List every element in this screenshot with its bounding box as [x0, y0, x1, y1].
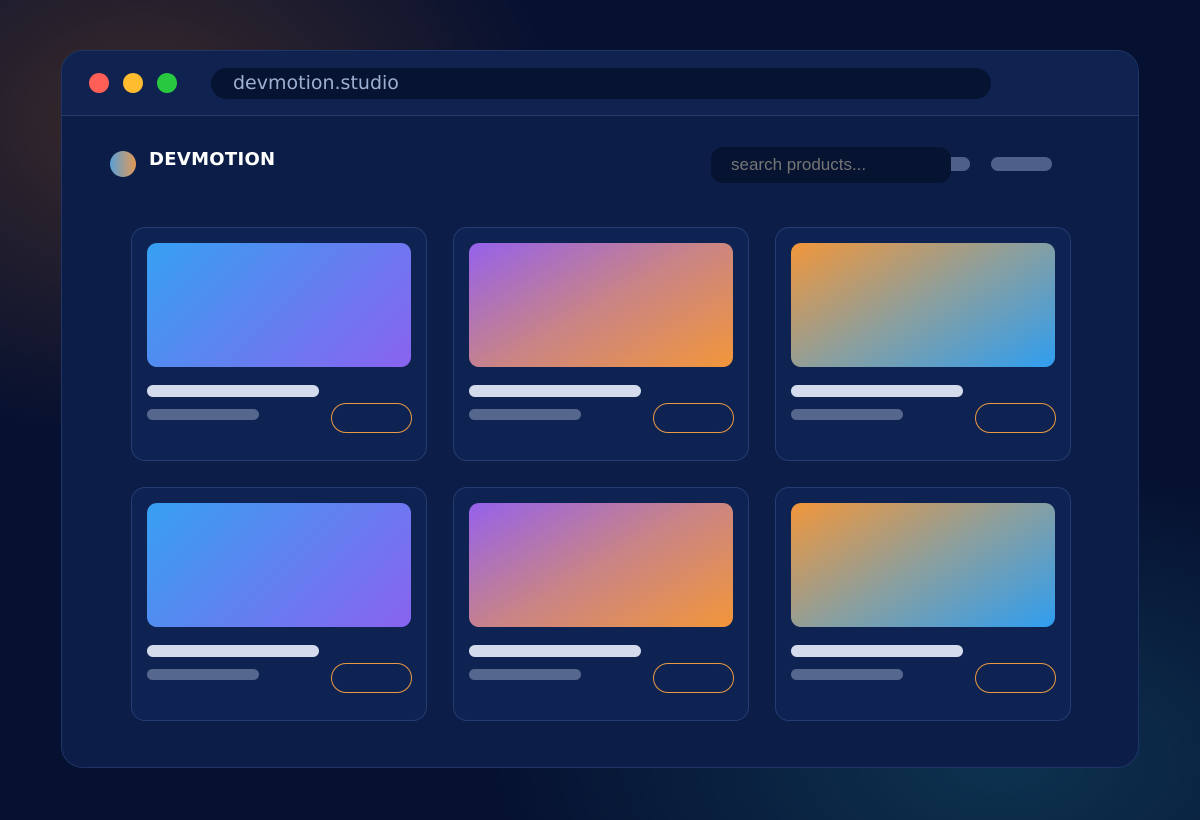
product-title-placeholder	[791, 385, 963, 397]
product-card[interactable]	[131, 227, 427, 461]
product-subtitle-placeholder	[147, 409, 259, 420]
minimize-window-button[interactable]	[123, 73, 143, 93]
nav-link-placeholder-2[interactable]	[991, 157, 1052, 171]
browser-titlebar: devmotion.studio	[62, 51, 1138, 116]
product-action-button[interactable]	[331, 663, 412, 693]
product-card[interactable]	[453, 227, 749, 461]
page-content: DEVMOTION	[62, 116, 1138, 767]
product-thumbnail[interactable]	[469, 503, 733, 627]
product-thumbnail[interactable]	[147, 243, 411, 367]
maximize-window-button[interactable]	[157, 73, 177, 93]
product-subtitle-placeholder	[791, 409, 903, 420]
product-subtitle-placeholder	[469, 669, 581, 680]
brand-name: DEVMOTION	[149, 149, 276, 170]
product-card[interactable]	[453, 487, 749, 721]
product-subtitle-placeholder	[147, 669, 259, 680]
product-subtitle-placeholder	[791, 669, 903, 680]
product-title-placeholder	[791, 645, 963, 657]
product-action-button[interactable]	[331, 403, 412, 433]
product-card[interactable]	[775, 227, 1071, 461]
product-title-placeholder	[147, 385, 319, 397]
product-thumbnail[interactable]	[469, 243, 733, 367]
search-input[interactable]	[711, 147, 951, 183]
browser-window: devmotion.studio DEVMOTION	[61, 50, 1139, 768]
product-card[interactable]	[775, 487, 1071, 721]
address-bar[interactable]: devmotion.studio	[211, 68, 991, 99]
product-card[interactable]	[131, 487, 427, 721]
product-action-button[interactable]	[975, 403, 1056, 433]
product-title-placeholder	[469, 385, 641, 397]
product-title-placeholder	[147, 645, 319, 657]
close-window-button[interactable]	[89, 73, 109, 93]
product-subtitle-placeholder	[469, 409, 581, 420]
product-action-button[interactable]	[653, 403, 734, 433]
product-thumbnail[interactable]	[791, 243, 1055, 367]
product-action-button[interactable]	[653, 663, 734, 693]
product-thumbnail[interactable]	[791, 503, 1055, 627]
product-title-placeholder	[469, 645, 641, 657]
brand-logo-icon	[110, 151, 136, 177]
product-action-button[interactable]	[975, 663, 1056, 693]
product-thumbnail[interactable]	[147, 503, 411, 627]
